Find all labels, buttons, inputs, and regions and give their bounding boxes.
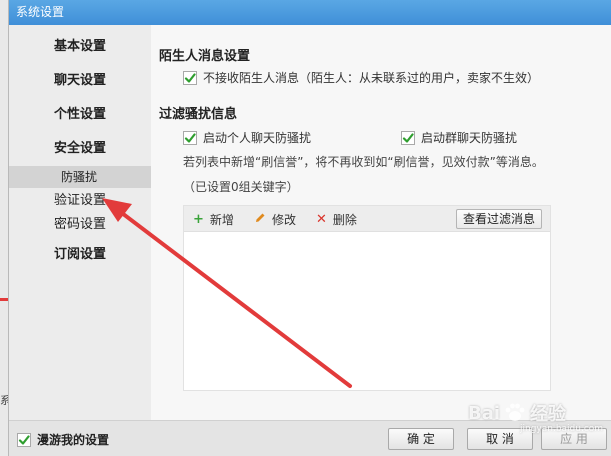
check-icon — [402, 132, 414, 143]
stranger-checkbox[interactable] — [183, 70, 197, 85]
sidebar-subitem-verification[interactable]: 验证设置 — [9, 189, 151, 213]
pencil-icon — [254, 212, 266, 227]
close-icon: ✕ — [316, 211, 327, 227]
ok-button[interactable]: 确 定 — [388, 428, 454, 450]
roam-settings-checkbox[interactable] — [17, 432, 31, 447]
group-filter-label: 启动群聊天防骚扰 — [421, 131, 518, 145]
watermark-left-text: Bai — [468, 402, 501, 424]
sidebar-item-chat[interactable]: 聊天设置 — [9, 69, 151, 93]
roam-settings-label: 漫游我的设置 — [37, 433, 110, 447]
add-label: 新增 — [209, 212, 234, 227]
view-filtered-messages-button[interactable]: 查看过滤消息 — [456, 209, 542, 229]
group-filter-checkbox[interactable] — [401, 130, 415, 145]
paw-icon — [505, 403, 525, 421]
keyword-toolbar: + 新增 修改 ✕ 删除 查看过滤消息 — [184, 206, 550, 232]
filter-description: 若列表中新增“刷信誉”，将不再收到如“刷信誉，见效付款”等消息。 — [183, 155, 544, 169]
sidebar-item-subscribe[interactable]: 订阅设置 — [9, 243, 151, 267]
stranger-section-title: 陌生人消息设置 — [159, 49, 251, 64]
keyword-list-panel: + 新增 修改 ✕ 删除 查看过滤消息 — [183, 205, 551, 391]
stranger-option-row[interactable]: 不接收陌生人消息（陌生人：从未联系过的用户，卖家不生效） — [183, 69, 539, 86]
personal-filter-label: 启动个人聊天防骚扰 — [203, 131, 312, 145]
stranger-option-label: 不接收陌生人消息（陌生人：从未联系过的用户，卖家不生效） — [203, 71, 540, 85]
settings-content: 陌生人消息设置 不接收陌生人消息（陌生人：从未联系过的用户，卖家不生效） 过滤骚… — [151, 25, 611, 420]
edit-label: 修改 — [272, 212, 297, 227]
check-icon — [18, 434, 30, 445]
delete-label: 删除 — [332, 212, 357, 227]
background-app-strip: 系 — [0, 0, 8, 456]
edit-keyword-button[interactable]: 修改 — [254, 206, 296, 232]
sidebar-item-personalize[interactable]: 个性设置 — [9, 103, 151, 127]
add-keyword-button[interactable]: + 新增 — [193, 206, 234, 232]
plus-icon: + — [193, 211, 204, 227]
watermark-url: jingyan.baidu.com — [520, 424, 604, 434]
sidebar-subitem-password[interactable]: 密码设置 — [9, 213, 151, 237]
sidebar-item-security[interactable]: 安全设置 — [9, 137, 151, 161]
delete-keyword-button[interactable]: ✕ 删除 — [316, 206, 357, 232]
filter-section-title: 过滤骚扰信息 — [159, 107, 238, 122]
background-text: 系 — [0, 394, 8, 407]
roam-settings-row[interactable]: 漫游我的设置 — [17, 431, 109, 448]
window-title: 系统设置 — [9, 0, 611, 25]
sidebar-item-basic[interactable]: 基本设置 — [9, 35, 151, 59]
group-filter-row[interactable]: 启动群聊天防骚扰 — [401, 129, 517, 146]
personal-filter-checkbox[interactable] — [183, 130, 197, 145]
sidebar-subitem-anti-harassment[interactable]: 防骚扰 — [9, 166, 151, 188]
check-icon — [184, 72, 196, 83]
settings-sidebar: 基本设置 聊天设置 个性设置 安全设置 防骚扰 验证设置 密码设置 订阅设置 — [9, 25, 151, 420]
personal-filter-row[interactable]: 启动个人聊天防骚扰 — [183, 129, 311, 146]
check-icon — [184, 132, 196, 143]
settings-window: 系统设置 基本设置 聊天设置 个性设置 安全设置 防骚扰 验证设置 密码设置 订… — [8, 0, 611, 456]
background-red-mark — [0, 298, 8, 301]
watermark-right-text: 经验 — [530, 404, 567, 425]
keyword-count: （已设置0组关键字） — [183, 180, 299, 194]
